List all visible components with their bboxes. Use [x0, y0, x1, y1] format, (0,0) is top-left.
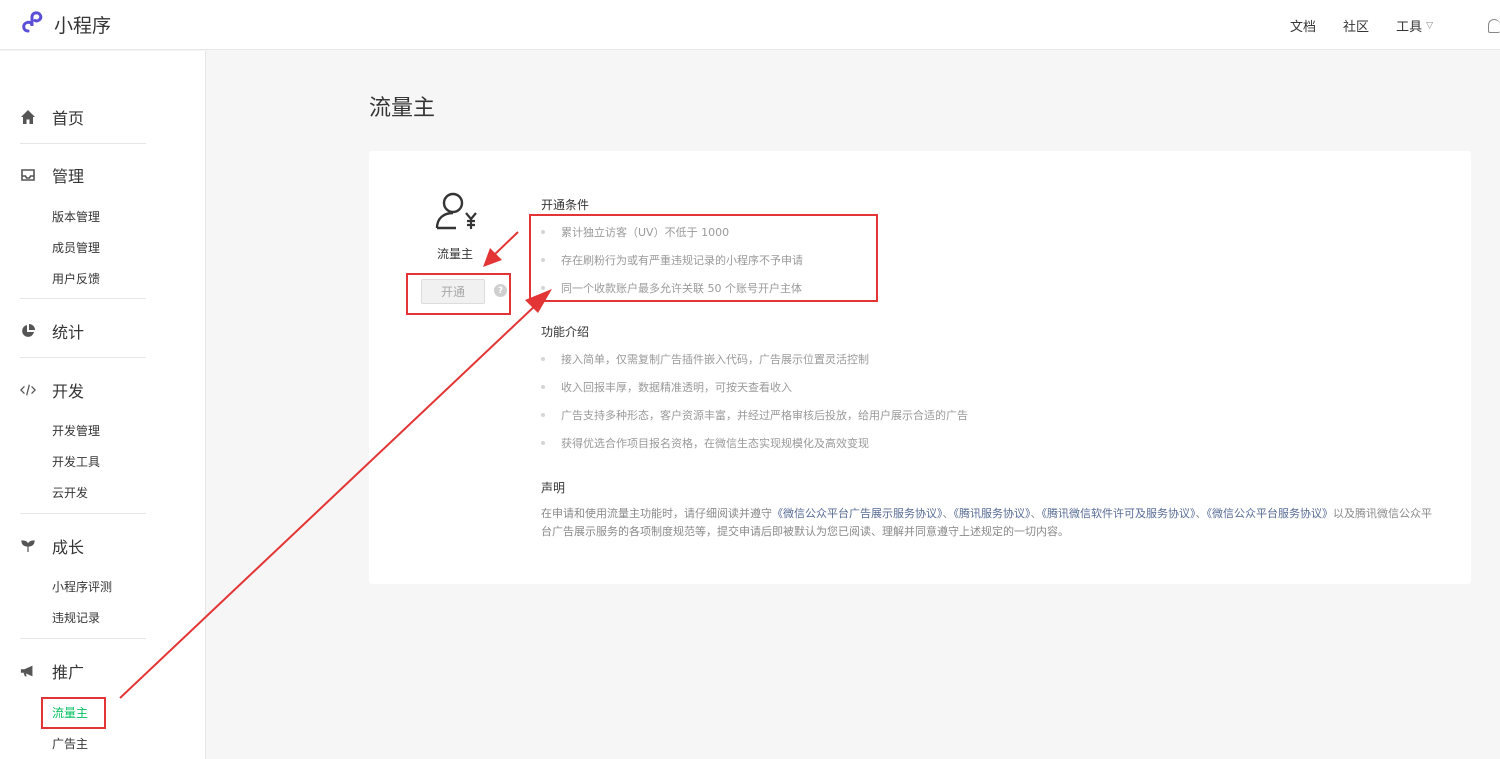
agreement-link-platform-service[interactable]: 《微信公众平台服务协议》: [1207, 507, 1334, 520]
bullet-dot: [541, 357, 545, 361]
sidebar-item-cloud-dev[interactable]: 云开发: [52, 484, 88, 501]
agreement-link-wechat-license[interactable]: 《腾讯微信软件许可及服务协议》: [1042, 507, 1196, 520]
sidebar-item-dev-manage[interactable]: 开发管理: [52, 422, 100, 439]
annotation-box-conditions: [529, 214, 878, 302]
sidebar-item-violations[interactable]: 违规记录: [52, 609, 100, 626]
sidebar-item-member-manage[interactable]: 成员管理: [52, 239, 100, 256]
list-item: 获得优选合作项目报名资格，在微信生态实现规模化及高效变现: [541, 435, 869, 451]
separator: 、: [1030, 507, 1042, 520]
megaphone-icon: [20, 663, 36, 679]
sidebar-item-growth[interactable]: 成长: [20, 534, 84, 558]
sidebar-item-label: 成长: [52, 538, 85, 557]
brand-name: 小程序: [54, 14, 112, 37]
bell-icon[interactable]: [1488, 18, 1500, 33]
divider: [20, 298, 146, 299]
sidebar-item-version-manage[interactable]: 版本管理: [52, 208, 100, 225]
statement-title: 声明: [541, 481, 566, 495]
sidebar-item-label: 推广: [52, 663, 85, 682]
separator: 、: [1195, 507, 1207, 520]
list-item: 广告支持多种形态，客户资源丰富，并经过严格审核后投放，给用户展示合适的广告: [541, 407, 968, 423]
sidebar-item-evaluation[interactable]: 小程序评测: [52, 578, 112, 595]
sidebar-item-label: 开发: [52, 382, 85, 401]
statement-text: 在申请和使用流量主功能时，请仔细阅读并遵守《微信公众平台广告展示服务协议》、《腾…: [541, 505, 1436, 541]
miniprogram-logo-icon: [22, 11, 43, 33]
sidebar: [0, 51, 206, 759]
pie-chart-icon: [20, 323, 36, 339]
sidebar-item-label: 管理: [52, 167, 85, 186]
list-item-text: 接入简单，仅需复制广告插件嵌入代码，广告展示位置灵活控制: [561, 353, 869, 366]
nav-tools[interactable]: 工具 ▽: [1396, 16, 1460, 35]
bullet-dot: [541, 441, 545, 445]
top-nav: 文档 社区 工具 ▽: [1290, 16, 1500, 35]
logo[interactable]: 小程序: [19, 10, 111, 38]
sprout-icon: [20, 538, 36, 554]
agreement-link-tencent-service[interactable]: 《腾讯服务协议》: [954, 507, 1031, 520]
sidebar-item-advertiser[interactable]: 广告主: [52, 735, 88, 752]
chevron-down-icon: ▽: [1426, 20, 1433, 31]
user-yuan-icon: [435, 192, 477, 230]
bullet-dot: [541, 413, 545, 417]
inbox-icon: [20, 167, 36, 183]
divider: [20, 143, 146, 144]
sidebar-item-home[interactable]: 首页: [20, 105, 84, 129]
conditions-title: 开通条件: [541, 198, 590, 212]
divider: [20, 513, 146, 514]
sidebar-item-dev[interactable]: 开发: [20, 378, 84, 402]
statement-prefix: 在申请和使用流量主功能时，请仔细阅读并遵守: [541, 507, 772, 520]
home-icon: [20, 109, 36, 125]
code-icon: [20, 382, 36, 398]
sidebar-item-manage[interactable]: 管理: [20, 163, 84, 187]
agreement-link-ad-display[interactable]: 《微信公众平台广告展示服务协议》: [772, 507, 943, 520]
nav-community[interactable]: 社区: [1343, 16, 1369, 35]
sidebar-item-label: 首页: [52, 109, 85, 128]
sidebar-item-user-feedback[interactable]: 用户反馈: [52, 270, 100, 287]
annotation-box-open-button: [406, 273, 511, 315]
features-title: 功能介绍: [541, 325, 590, 339]
nav-docs[interactable]: 文档: [1290, 16, 1316, 35]
sidebar-item-dev-tools[interactable]: 开发工具: [52, 453, 100, 470]
list-item: 接入简单，仅需复制广告插件嵌入代码，广告展示位置灵活控制: [541, 351, 869, 367]
list-item: 收入回报丰厚，数据精准透明，可按天查看收入: [541, 379, 792, 395]
separator: 、: [942, 507, 954, 520]
page-title: 流量主: [369, 96, 436, 121]
sidebar-item-stats[interactable]: 统计: [20, 319, 84, 343]
list-item-text: 获得优选合作项目报名资格，在微信生态实现规模化及高效变现: [561, 437, 869, 450]
nav-tools-label: 工具: [1396, 20, 1423, 35]
role-name: 流量主: [437, 247, 474, 261]
sidebar-item-label: 统计: [52, 323, 85, 342]
divider: [20, 638, 146, 639]
bullet-dot: [541, 385, 545, 389]
annotation-box-sidebar-item: [41, 697, 106, 729]
list-item-text: 广告支持多种形态，客户资源丰富，并经过严格审核后投放，给用户展示合适的广告: [561, 409, 968, 422]
top-bar: 小程序 文档 社区 工具 ▽: [0, 0, 1500, 50]
list-item-text: 收入回报丰厚，数据精准透明，可按天查看收入: [561, 381, 792, 394]
divider: [20, 357, 146, 358]
sidebar-item-promo[interactable]: 推广: [20, 659, 84, 683]
